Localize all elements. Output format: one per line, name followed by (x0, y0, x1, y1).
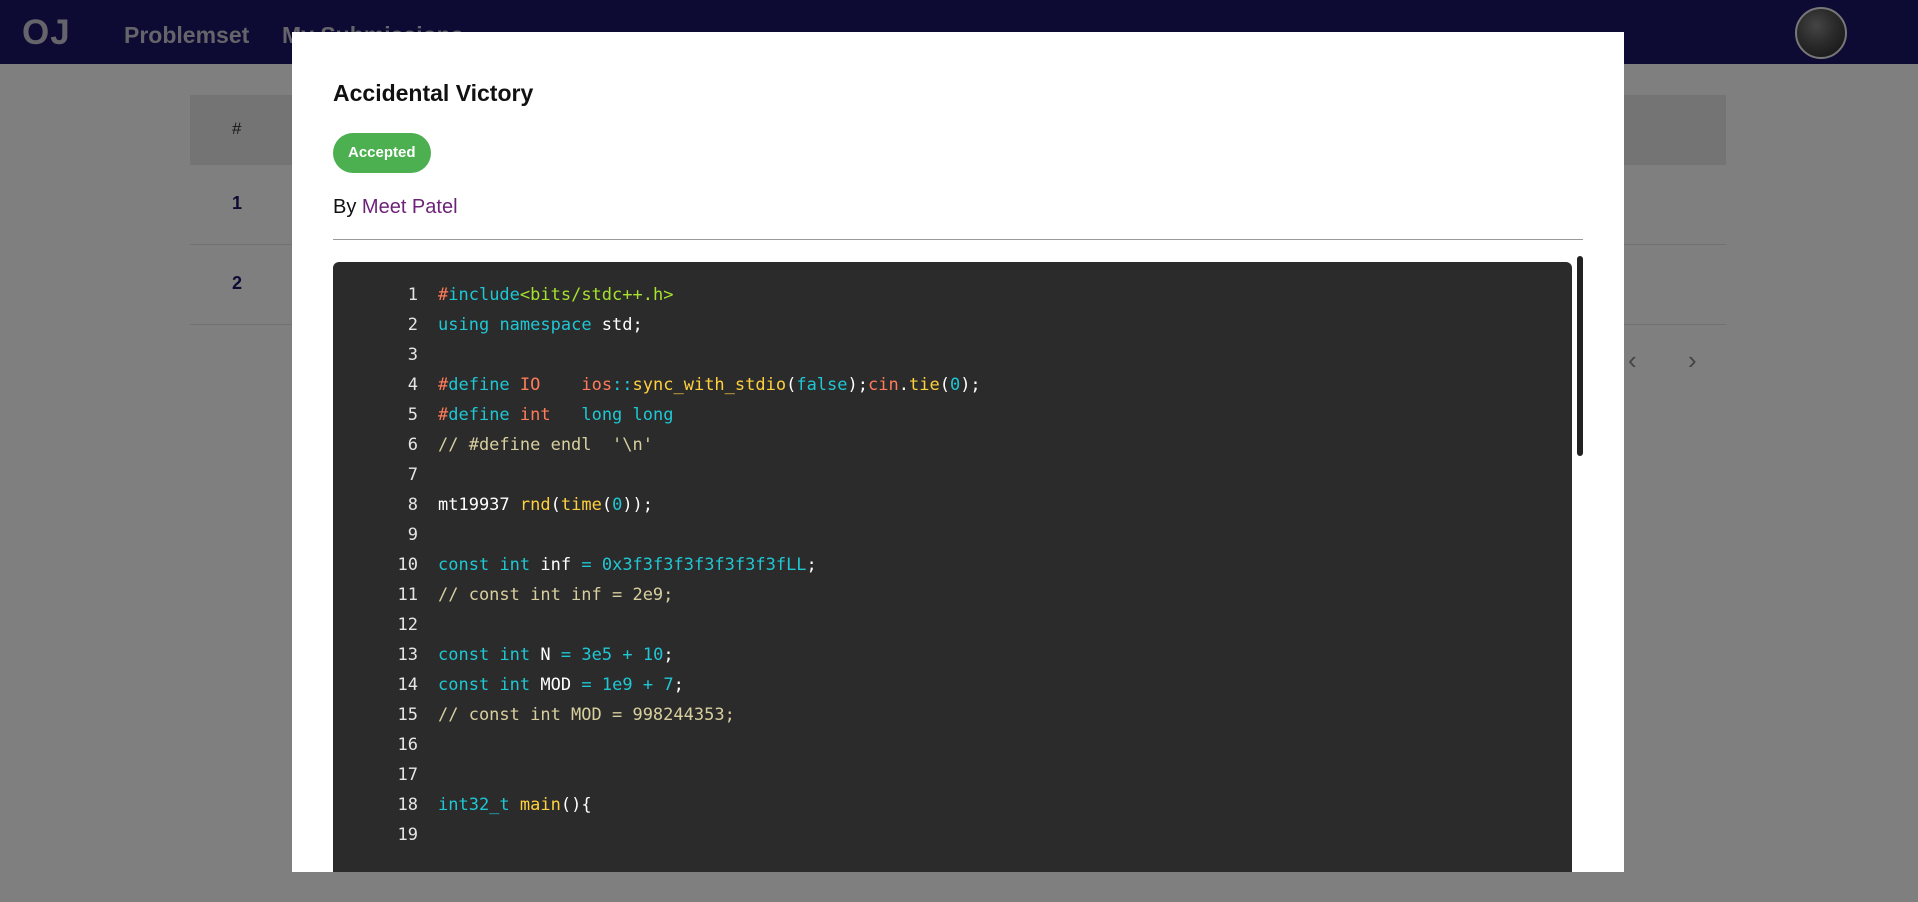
status-badge: Accepted (333, 133, 431, 173)
code-viewer[interactable]: 1 #include<bits/stdc++.h> 2 using namespace… (333, 262, 1572, 872)
code-line: 10 const int inf = 0x3f3f3f3f3f3f3f3fLL; (333, 550, 1572, 580)
code-text: // #define endl '\n' (438, 435, 653, 455)
code-line: 17 (333, 760, 1572, 790)
line-number: 12 (397, 615, 418, 635)
code-text: const int inf = 0x3f3f3f3f3f3f3f3fLL; (438, 555, 817, 575)
code-line: 4 #define IO ios::sync_with_stdio(false);… (333, 370, 1572, 400)
code-line: 19 (333, 820, 1572, 850)
divider (333, 239, 1583, 240)
code-lines: 1 #include<bits/stdc++.h> 2 using namespace… (333, 280, 1572, 850)
line-number: 6 (407, 435, 418, 455)
line-number: 10 (397, 555, 418, 575)
code-line: 16 (333, 730, 1572, 760)
scrollbar[interactable] (1574, 256, 1586, 872)
code-line: 9 (333, 520, 1572, 550)
code-text: const int N = 3e5 + 10; (438, 645, 674, 665)
code-line: 14 const int MOD = 1e9 + 7; (333, 670, 1572, 700)
code-line: 13 const int N = 3e5 + 10; (333, 640, 1572, 670)
code-text: int32_t main(){ (438, 795, 592, 815)
author-link[interactable]: Meet Patel (362, 196, 458, 218)
line-number: 18 (397, 795, 418, 815)
by-label: By (333, 196, 357, 218)
code-line: 12 (333, 610, 1572, 640)
line-number: 15 (397, 705, 418, 725)
submission-modal: Accidental Victory Accepted By Meet Pate… (292, 32, 1624, 872)
line-number: 19 (397, 825, 418, 845)
code-text: // const int inf = 2e9; (438, 585, 674, 605)
code-line: 2 using namespace std; (333, 310, 1572, 340)
line-number: 9 (407, 525, 418, 545)
line-number: 17 (397, 765, 418, 785)
code-text: using namespace std; (438, 315, 643, 335)
code-line: 15 // const int MOD = 998244353; (333, 700, 1572, 730)
line-number: 13 (397, 645, 418, 665)
scrollbar-thumb[interactable] (1577, 256, 1583, 456)
code-line: 11 // const int inf = 2e9; (333, 580, 1572, 610)
code-line: 5 #define int long long (333, 400, 1572, 430)
line-number: 5 (407, 405, 418, 425)
code-text: #include<bits/stdc++.h> (438, 285, 674, 305)
problem-title: Accidental Victory (333, 80, 534, 106)
line-number: 11 (397, 585, 418, 605)
author-line: By Meet Patel (333, 196, 458, 219)
code-text: mt19937 rnd(time(0)); (438, 495, 654, 515)
code-text: #define int long long (438, 405, 674, 425)
code-text: const int MOD = 1e9 + 7; (438, 675, 684, 695)
code-line: 3 (333, 340, 1572, 370)
line-number: 14 (397, 675, 418, 695)
code-text: #define IO ios::sync_with_stdio(false);c… (438, 375, 981, 395)
line-number: 1 (407, 285, 418, 305)
line-number: 8 (407, 495, 418, 515)
line-number: 16 (397, 735, 418, 755)
line-number: 2 (407, 315, 418, 335)
line-number: 4 (407, 375, 418, 395)
code-line: 7 (333, 460, 1572, 490)
line-number: 7 (407, 465, 418, 485)
code-text: // const int MOD = 998244353; (438, 705, 735, 725)
code-line: 1 #include<bits/stdc++.h> (333, 280, 1572, 310)
code-line: 18 int32_t main(){ (333, 790, 1572, 820)
line-number: 3 (407, 345, 418, 365)
code-line: 6 // #define endl '\n' (333, 430, 1572, 460)
code-line: 8 mt19937 rnd(time(0)); (333, 490, 1572, 520)
